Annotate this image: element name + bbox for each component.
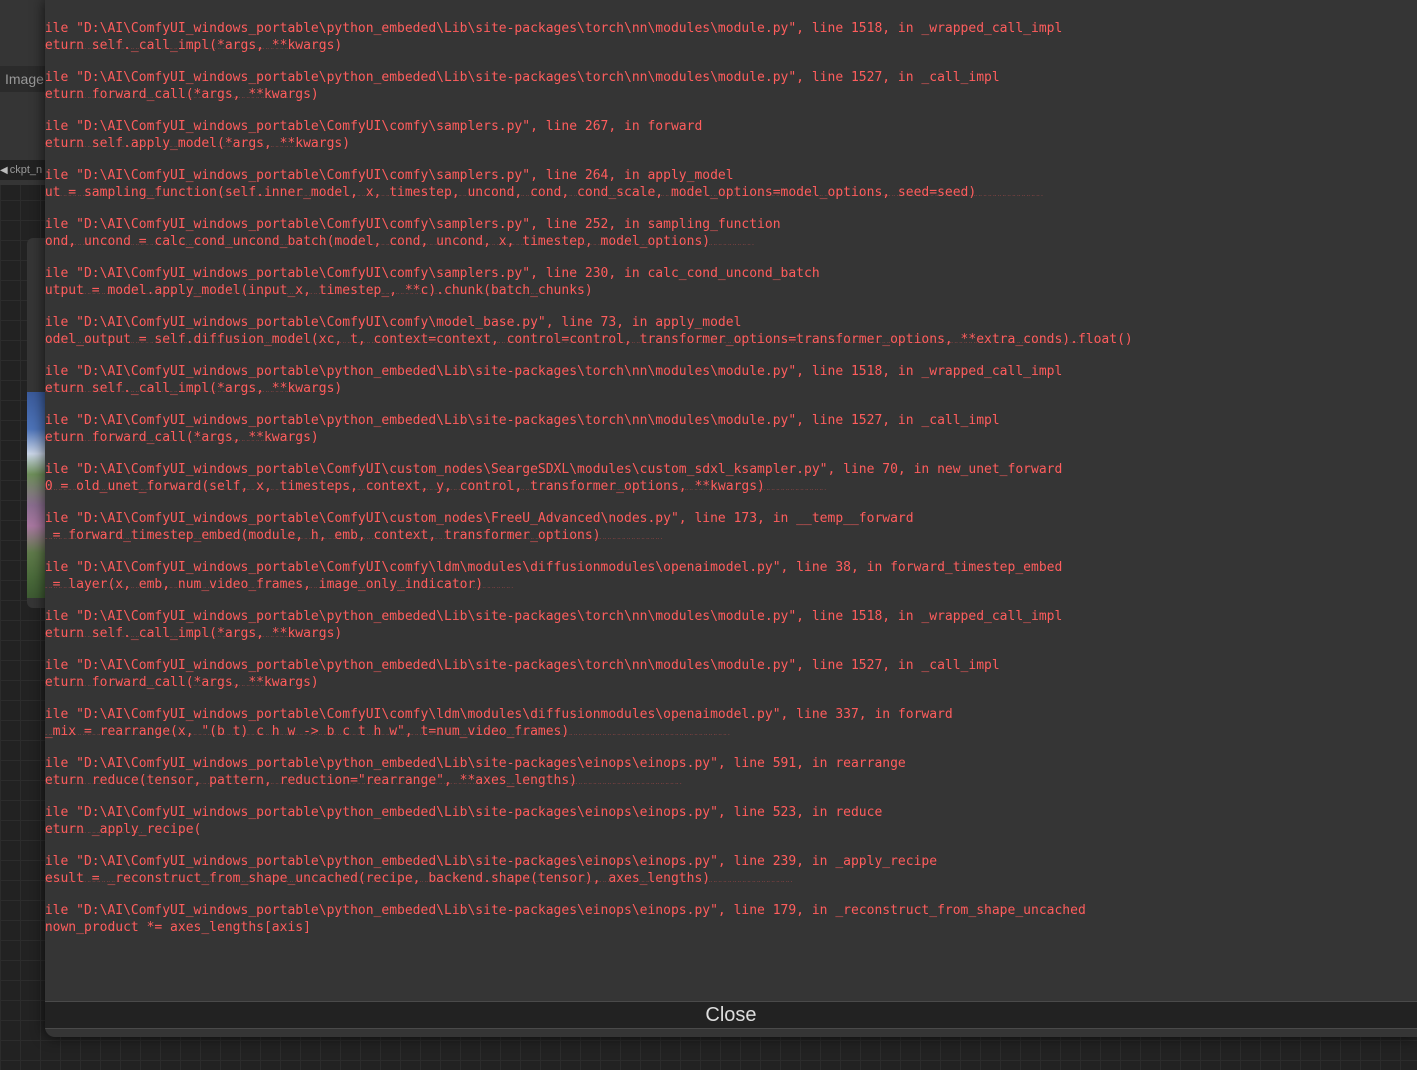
traceback-entry: File "D:\AI\ComfyUI_windows_portable\Com… <box>45 706 1417 739</box>
traceback-caret-marker: ^^^^^^^^^^^^^^^^^^^^^^^^^^^^^^^^^^^^^^^^… <box>45 342 1417 346</box>
traceback-entry: File "D:\AI\ComfyUI_windows_portable\Com… <box>45 216 1417 249</box>
traceback-entry: File "D:\AI\ComfyUI_windows_portable\pyt… <box>45 69 1417 102</box>
traceback-entry: File "D:\AI\ComfyUI_windows_portable\pyt… <box>45 412 1417 445</box>
traceback-entry: File "D:\AI\ComfyUI_windows_portable\pyt… <box>45 20 1417 53</box>
traceback-file-line: File "D:\AI\ComfyUI_windows_portable\pyt… <box>45 21 1063 36</box>
traceback-file-line: File "D:\AI\ComfyUI_windows_portable\pyt… <box>45 364 1063 379</box>
traceback-caret-marker: ^^^^^^^^^^^^^^^^^^^^^^^^^^^^^^^^^^^^^^^^… <box>45 783 1417 787</box>
traceback-caret-marker: ^^^^^^^^^^^^^^^^^^^^^^^^^^^^^^^^^^^^^^^^… <box>45 97 1417 101</box>
traceback-file-line: File "D:\AI\ComfyUI_windows_portable\pyt… <box>45 658 1000 673</box>
traceback-entry: File "D:\AI\ComfyUI_windows_portable\pyt… <box>45 804 1417 837</box>
ckpt-name-label: ckpt_n <box>9 164 43 176</box>
close-button[interactable]: Close <box>45 1001 1417 1029</box>
traceback-entry: File "D:\AI\ComfyUI_windows_portable\pyt… <box>45 363 1417 396</box>
traceback-caret-marker: ^^^^^^^^^^^^^^^^^^^^^^^^^^^^^^^^^^^^^^^^… <box>45 244 1417 248</box>
traceback-file-line: File "D:\AI\ComfyUI_windows_portable\pyt… <box>45 903 1086 918</box>
traceback-caret-marker: ^^^^^^^^^^^^^^^^^^^^^^^^^^^^^^^^^^^^^^^^… <box>45 293 1417 297</box>
traceback-file-line: File "D:\AI\ComfyUI_windows_portable\Com… <box>45 217 781 232</box>
traceback-output: File "D:\AI\ComfyUI_windows_portable\pyt… <box>45 20 1417 990</box>
traceback-file-line: File "D:\AI\ComfyUI_windows_portable\pyt… <box>45 413 1000 428</box>
traceback-code-line: known_product *= axes_lengths[axis] <box>45 920 311 935</box>
traceback-file-line: File "D:\AI\ComfyUI_windows_portable\Com… <box>45 511 914 526</box>
traceback-caret-marker: ^^^^^^^^^^^^^^^^^^^^^ <box>45 832 1417 836</box>
traceback-file-line: File "D:\AI\ComfyUI_windows_portable\Com… <box>45 462 1063 477</box>
traceback-file-line: File "D:\AI\ComfyUI_windows_portable\Com… <box>45 560 1063 575</box>
traceback-caret-marker: ^^^^^^^^^^^^^^^^^^^^^^^^^^^^^^^^^^^^^^^^… <box>45 636 1417 640</box>
traceback-caret-marker: ^^^^^^^^^^^^^^^^^^^^^^^^^^^^^^^^^^^^^^^^… <box>45 146 1417 150</box>
traceback-caret-marker: ^^^^^^^^^^^^^^^^^^^^^^^^^^^^^^^^^^^^^^^^… <box>45 587 1417 591</box>
traceback-file-line: File "D:\AI\ComfyUI_windows_portable\Com… <box>45 168 734 183</box>
traceback-entry: File "D:\AI\ComfyUI_windows_portable\Com… <box>45 118 1417 151</box>
traceback-file-line: File "D:\AI\ComfyUI_windows_portable\pyt… <box>45 854 938 869</box>
traceback-entry: File "D:\AI\ComfyUI_windows_portable\Com… <box>45 461 1417 494</box>
traceback-entry: File "D:\AI\ComfyUI_windows_portable\pyt… <box>45 902 1417 936</box>
traceback-entry: File "D:\AI\ComfyUI_windows_portable\pyt… <box>45 853 1417 886</box>
traceback-caret-marker: ^^^^^^^^^^^^^^^^^^^^^^^^^^^^^^^^^^^^^^^^… <box>45 685 1417 689</box>
arrow-left-icon[interactable]: ◀ <box>0 165 8 176</box>
traceback-file-line: File "D:\AI\ComfyUI_windows_portable\pyt… <box>45 756 906 771</box>
traceback-entry: File "D:\AI\ComfyUI_windows_portable\Com… <box>45 314 1417 347</box>
traceback-caret-marker: ^^^^^^^^^^^^^^^^^^^^^^^^^^^^^^^^^^^^^^^^… <box>45 489 1417 493</box>
traceback-file-line: File "D:\AI\ComfyUI_windows_portable\pyt… <box>45 805 883 820</box>
traceback-file-line: File "D:\AI\ComfyUI_windows_portable\pyt… <box>45 609 1063 624</box>
traceback-entry: File "D:\AI\ComfyUI_windows_portable\Com… <box>45 265 1417 298</box>
traceback-caret-marker: ^^^^^^^^^^^^^^^^^^^^^^^^^^^^^^^^^^^^^^^^… <box>45 391 1417 395</box>
traceback-entry: File "D:\AI\ComfyUI_windows_portable\Com… <box>45 559 1417 592</box>
traceback-file-line: File "D:\AI\ComfyUI_windows_portable\Com… <box>45 119 703 134</box>
traceback-entry: File "D:\AI\ComfyUI_windows_portable\pyt… <box>45 657 1417 690</box>
traceback-caret-marker: ^^^^^^^^^^^^^^^^^^^^^^^^^^^^^^^^^^^^^^^^… <box>45 440 1417 444</box>
traceback-caret-marker: ^^^^^^^^^^^^^^^^^^^^^^^^^^^^^^^^^^^^^^^^… <box>45 195 1417 199</box>
traceback-entry: File "D:\AI\ComfyUI_windows_portable\Com… <box>45 510 1417 543</box>
traceback-file-line: File "D:\AI\ComfyUI_windows_portable\Com… <box>45 266 820 281</box>
traceback-caret-marker: ^^^^^^^^^^^^^^^^^^^^^^^^^^^^^^^^^^^^^^^^… <box>45 48 1417 52</box>
traceback-entry: File "D:\AI\ComfyUI_windows_portable\Com… <box>45 167 1417 200</box>
traceback-entry: File "D:\AI\ComfyUI_windows_portable\pyt… <box>45 755 1417 788</box>
traceback-file-line: File "D:\AI\ComfyUI_windows_portable\Com… <box>45 707 953 722</box>
traceback-caret-marker: ^^^^^^^^^^^^^^^^^^^^^^^^^^^^^^^^^^^^^^^^… <box>45 538 1417 542</box>
traceback-caret-marker: ^^^^^^^^^^^^^^^^^^^^^^^^^^^^^^^^^^^^^^^^… <box>45 734 1417 738</box>
traceback-file-line: File "D:\AI\ComfyUI_windows_portable\Com… <box>45 315 742 330</box>
error-dialog: File "D:\AI\ComfyUI_windows_portable\pyt… <box>45 0 1417 1037</box>
traceback-caret-marker: ^^^^^^^^^^^^^^^^^^^^^^^^^^^^^^^^^^^^^^^^… <box>45 881 1417 885</box>
traceback-file-line: File "D:\AI\ComfyUI_windows_portable\pyt… <box>45 70 1000 85</box>
traceback-entry: File "D:\AI\ComfyUI_windows_portable\pyt… <box>45 608 1417 641</box>
